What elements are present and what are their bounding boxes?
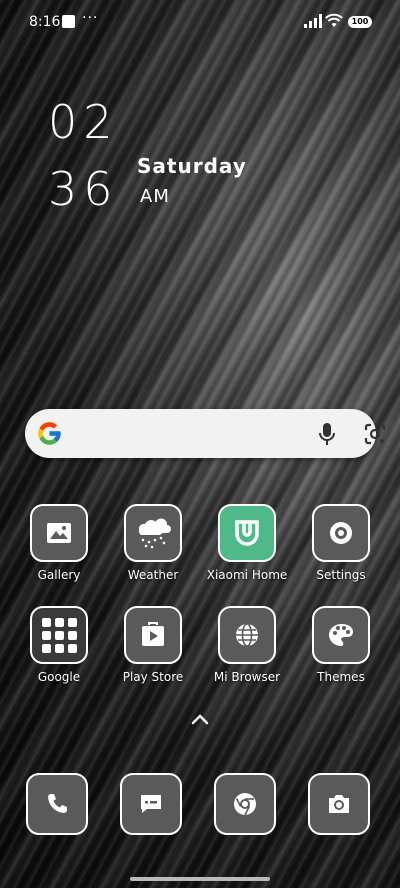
app-mi-browser[interactable]: Mi Browser <box>202 606 292 684</box>
app-label: Xiaomi Home <box>206 568 288 582</box>
app-label: Settings <box>316 568 366 582</box>
dock-chrome[interactable] <box>200 773 290 835</box>
messages-icon <box>120 773 182 835</box>
app-label: Mi Browser <box>213 670 281 684</box>
status-bar: 8:16 ··· 100 <box>0 0 400 40</box>
weather-icon <box>124 504 182 562</box>
app-play-store[interactable]: Play Store <box>108 606 198 684</box>
dock-camera[interactable] <box>294 773 384 835</box>
app-gallery[interactable]: Gallery <box>14 504 104 582</box>
battery-icon: 100 <box>348 16 372 28</box>
xiaomi-home-icon <box>218 504 276 562</box>
wifi-icon <box>325 13 343 27</box>
settings-icon <box>312 504 370 562</box>
app-label: Google <box>37 670 81 684</box>
camera-icon <box>308 773 370 835</box>
google-lens-icon[interactable] <box>363 422 387 446</box>
google-folder-icon <box>30 606 88 664</box>
clock-minute[interactable]: 36 <box>48 162 119 216</box>
gesture-nav-bar[interactable] <box>130 877 270 881</box>
dock-messages[interactable] <box>106 773 196 835</box>
gallery-icon <box>30 504 88 562</box>
themes-icon <box>312 606 370 664</box>
google-logo-icon <box>38 422 61 445</box>
app-label: Gallery <box>37 568 81 582</box>
app-label: Themes <box>317 670 365 684</box>
phone-icon <box>26 773 88 835</box>
app-settings[interactable]: Settings <box>296 504 386 582</box>
microphone-icon[interactable] <box>317 422 337 446</box>
status-time: 8:16 <box>29 14 61 30</box>
dock-phone[interactable] <box>12 773 102 835</box>
notification-icon <box>62 15 75 28</box>
app-xiaomi-home[interactable]: Xiaomi Home <box>202 504 292 582</box>
app-label: Play Store <box>122 670 184 684</box>
google-search-bar[interactable] <box>25 409 386 458</box>
app-google-folder[interactable]: Google <box>14 606 104 684</box>
clock-hour[interactable]: 02 <box>48 95 119 149</box>
clock-day: Saturday <box>137 154 247 178</box>
app-label: Weather <box>127 568 179 582</box>
clock-ampm: AM <box>140 186 170 207</box>
app-weather[interactable]: Weather <box>108 504 198 582</box>
signal-icon <box>304 14 322 28</box>
more-notifications-icon: ··· <box>82 10 99 26</box>
play-store-icon <box>124 606 182 664</box>
mi-browser-icon <box>218 606 276 664</box>
chevron-up-icon[interactable] <box>190 712 210 726</box>
app-themes[interactable]: Themes <box>296 606 386 684</box>
chrome-icon <box>214 773 276 835</box>
